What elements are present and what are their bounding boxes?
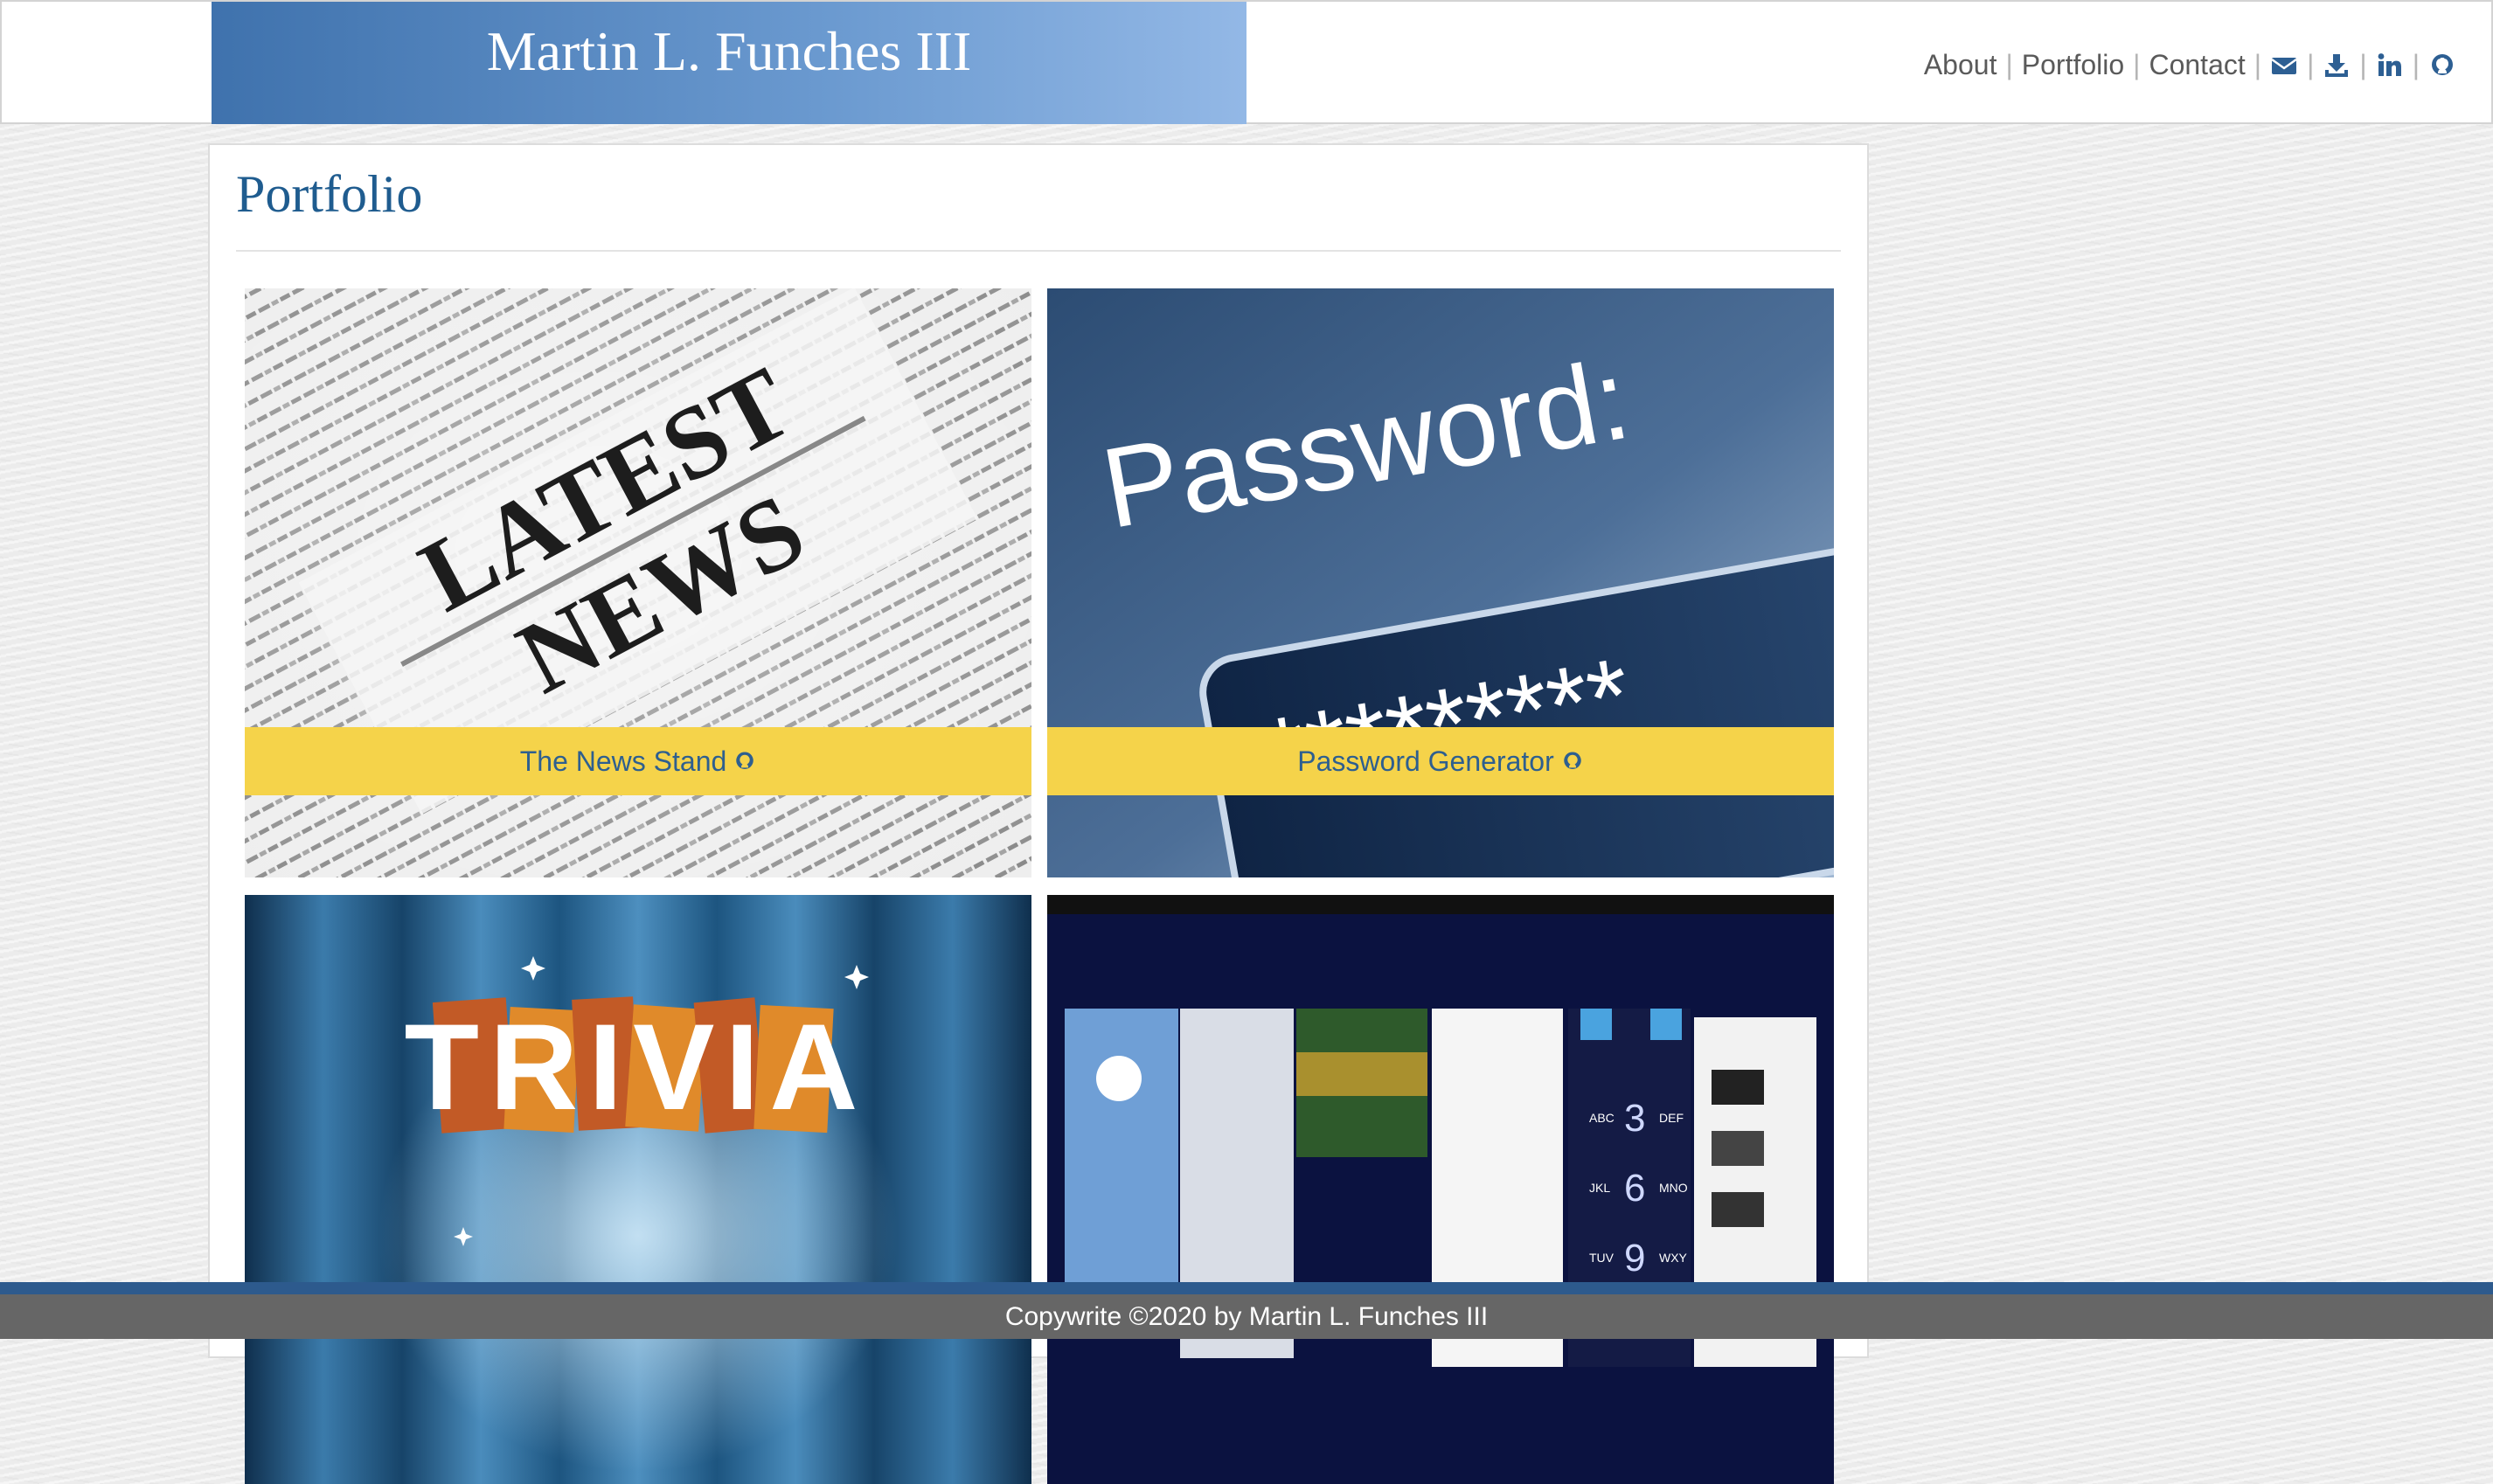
keypad-digit: 6 xyxy=(1624,1167,1645,1210)
nav-separator: | xyxy=(2412,49,2420,80)
footer-copyright: Copywrite ©2020 by Martin L. Funches III xyxy=(1004,1301,1489,1331)
project-card-news-stand[interactable]: LATEST NEWS The News Stand xyxy=(245,288,1031,877)
portfolio-panel: Portfolio LATEST NEWS The News Stand Pas… xyxy=(208,143,1869,1484)
nav-separator: | xyxy=(2133,49,2141,80)
github-icon[interactable] xyxy=(733,750,756,773)
keypad-label: WXY xyxy=(1659,1251,1688,1265)
keypad-digit: 9 xyxy=(1624,1237,1645,1279)
brand-banner[interactable]: Martin L. Funches III xyxy=(212,2,1246,124)
trivia-thumbnail: TRIVIA xyxy=(245,895,1031,1484)
site-footer: Copywrite ©2020 by Martin L. Funches III xyxy=(0,1294,2493,1339)
nav-link-portfolio[interactable]: Portfolio xyxy=(2022,49,2124,81)
keypad-label: ABC xyxy=(1589,1111,1615,1125)
github-icon[interactable] xyxy=(1561,750,1584,773)
mobile-app-thumbnail: ABC DEF 3 JKL 6 MNO TUV 9 WXY xyxy=(1047,895,1834,1484)
envelope-icon[interactable] xyxy=(2270,52,2298,80)
nav-separator: | xyxy=(2307,49,2315,80)
project-caption-password-generator[interactable]: Password Generator xyxy=(1047,727,1834,795)
site-title[interactable]: Martin L. Funches III xyxy=(212,19,1246,84)
nav-separator: | xyxy=(2253,49,2262,80)
project-card-password-generator[interactable]: Password: ********* Password Generator xyxy=(1047,288,1834,877)
keypad-digit: 3 xyxy=(1624,1097,1645,1140)
project-card-mobile-app[interactable]: ABC DEF 3 JKL 6 MNO TUV 9 WXY xyxy=(1047,895,1834,1484)
download-icon[interactable] xyxy=(2323,52,2351,80)
footer-accent xyxy=(0,1282,2493,1294)
divider xyxy=(236,250,1841,252)
site-header: Martin L. Funches III About | Portfolio … xyxy=(0,0,2493,124)
nav-separator: | xyxy=(2359,49,2367,80)
project-title[interactable]: Password Generator xyxy=(1297,745,1553,778)
trivia-image-text: TRIVIA xyxy=(405,998,869,1135)
project-caption-news-stand[interactable]: The News Stand xyxy=(245,727,1031,795)
keypad-label: TUV xyxy=(1589,1251,1615,1265)
nav-link-about[interactable]: About xyxy=(1924,49,1997,81)
project-title[interactable]: The News Stand xyxy=(520,745,727,778)
keypad-label: MNO xyxy=(1659,1181,1688,1195)
keypad-label: JKL xyxy=(1589,1181,1610,1195)
github-icon[interactable] xyxy=(2428,52,2456,80)
nav-link-contact[interactable]: Contact xyxy=(2149,49,2245,81)
page-title: Portfolio xyxy=(236,165,423,223)
keypad-label: DEF xyxy=(1659,1111,1684,1125)
nav-separator: | xyxy=(2005,49,2013,80)
main-nav: About | Portfolio | Contact | | | | xyxy=(1924,49,2456,81)
project-card-trivia[interactable]: TRIVIA xyxy=(245,895,1031,1484)
linkedin-icon[interactable] xyxy=(2376,52,2404,80)
